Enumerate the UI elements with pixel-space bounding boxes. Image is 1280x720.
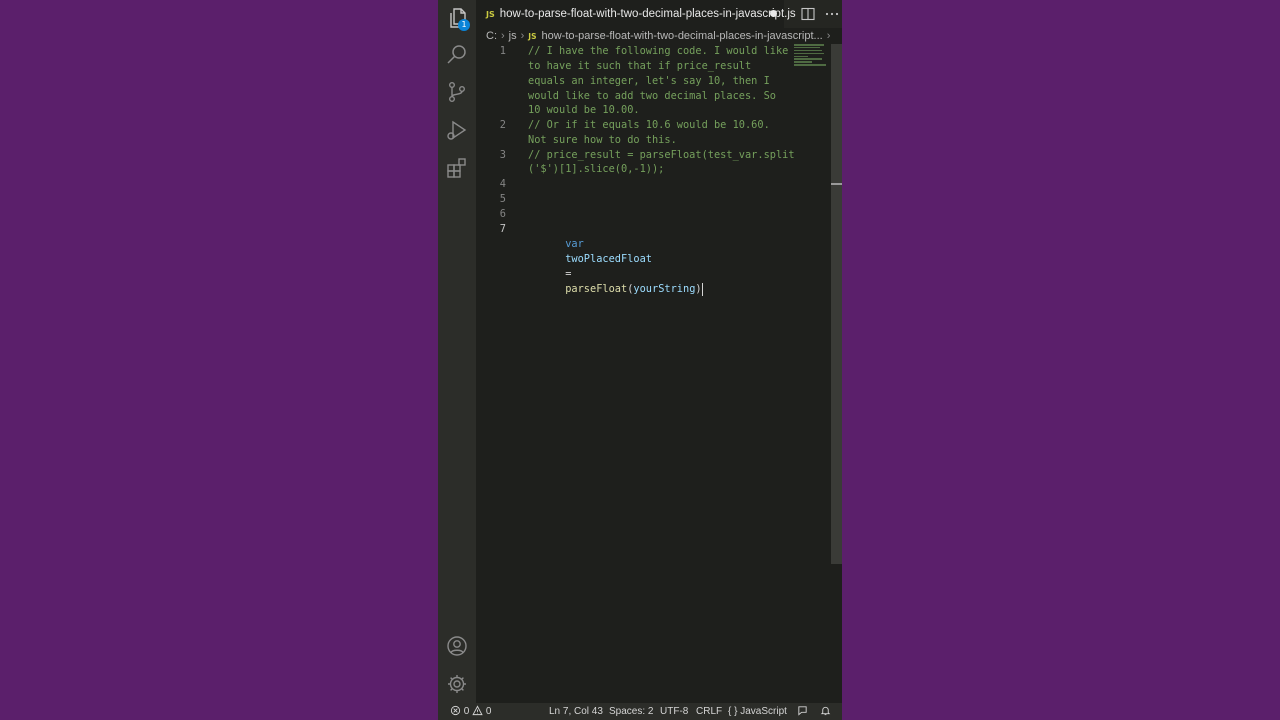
account-icon[interactable] [445, 634, 469, 658]
js-file-icon: JS [486, 9, 495, 19]
problems-indicator[interactable]: 0 0 [450, 703, 491, 720]
warning-count: 0 [485, 706, 492, 717]
editor-actions [800, 6, 840, 22]
code-argument: yourString [633, 283, 696, 295]
line-number: 2 [499, 119, 506, 131]
explorer-badge: 1 [458, 19, 470, 31]
cursor-position[interactable]: Ln 7, Col 43 [549, 703, 603, 720]
line-number: 1 [499, 45, 506, 57]
js-file-icon: JS [528, 31, 537, 41]
settings-gear-icon[interactable] [445, 672, 469, 696]
chevron-right-icon: › [827, 30, 830, 42]
text-cursor [701, 282, 703, 296]
activity-bar: 1 [438, 0, 476, 703]
code-comment: // price_result = parseFloat(test_var.sp… [528, 149, 795, 161]
error-icon [450, 705, 461, 716]
language-label: JavaScript [740, 706, 787, 717]
warning-icon [472, 705, 483, 716]
code-comment: Not sure how to do this. [528, 134, 677, 146]
code-comment: 10 would be 10.00. [528, 104, 640, 116]
tab-label: how-to-parse-float-with-two-decimal-plac… [499, 8, 796, 20]
scrollbar-cursor-marker [831, 183, 842, 185]
code-comment: would like to add two decimal places. So [528, 90, 776, 102]
breadcrumb-folder[interactable]: js [509, 30, 517, 42]
source-control-icon[interactable] [445, 80, 469, 104]
line-number: 3 [499, 149, 506, 161]
vertical-scrollbar[interactable] [831, 44, 842, 564]
code-comment: // Or if it equals 10.6 would be 10.60. [528, 119, 770, 131]
code-operator: = [565, 268, 572, 280]
line-number: 4 [499, 178, 506, 190]
vscode-window: 1 JS how-to-parse-float-with-two-decimal… [438, 0, 842, 720]
code-function: parseFloat [565, 283, 628, 295]
breadcrumb-drive[interactable]: C: [486, 30, 497, 42]
error-count: 0 [463, 706, 470, 717]
line-number-current: 7 [499, 223, 506, 235]
minimap[interactable] [794, 44, 828, 68]
chevron-right-icon: › [520, 30, 525, 42]
code-comment: ('$')[1].slice(0,-1)); [528, 163, 665, 175]
code-line-current: var twoPlacedFloat = parseFloat(yourStri… [528, 222, 703, 296]
code-keyword: var [565, 238, 584, 250]
code-comment: to have it such that if price_result [528, 60, 752, 72]
extensions-icon[interactable] [445, 156, 469, 180]
file-encoding[interactable]: UTF-8 [660, 703, 688, 720]
breadcrumb: C: › js › JS how-to-parse-float-with-two… [486, 28, 830, 44]
split-editor-icon[interactable] [800, 6, 816, 22]
code-comment: // I have the following code. I would li… [528, 45, 789, 57]
indentation[interactable]: Spaces: 2 [609, 703, 653, 720]
line-number: 6 [499, 208, 506, 220]
search-icon[interactable] [445, 43, 469, 67]
braces-icon: { } [728, 706, 738, 717]
feedback-icon[interactable] [797, 703, 808, 720]
breadcrumb-file[interactable]: how-to-parse-float-with-two-decimal-plac… [542, 30, 823, 42]
more-actions-icon[interactable] [824, 6, 840, 22]
chevron-right-icon: › [501, 30, 505, 42]
line-endings[interactable]: CRLF [696, 703, 722, 720]
code-comment: equals an integer, let's say 10, then I [528, 75, 770, 87]
unsaved-dot-icon[interactable] [770, 10, 777, 17]
status-bar: 0 0 Ln 7, Col 43 Spaces: 2 UTF-8 CRLF { … [438, 703, 842, 720]
tab-bar: JS how-to-parse-float-with-two-decimal-p… [476, 0, 842, 28]
notifications-bell-icon[interactable] [820, 703, 831, 720]
code-editor[interactable]: 1 2 3 4 5 6 7 // I have the following co… [476, 44, 842, 703]
line-number: 5 [499, 193, 506, 205]
run-debug-icon[interactable] [445, 118, 469, 142]
code-variable: twoPlacedFloat [565, 253, 652, 265]
language-mode[interactable]: { } JavaScript [728, 703, 787, 720]
tab-active-file[interactable]: JS how-to-parse-float-with-two-decimal-p… [476, 0, 796, 28]
